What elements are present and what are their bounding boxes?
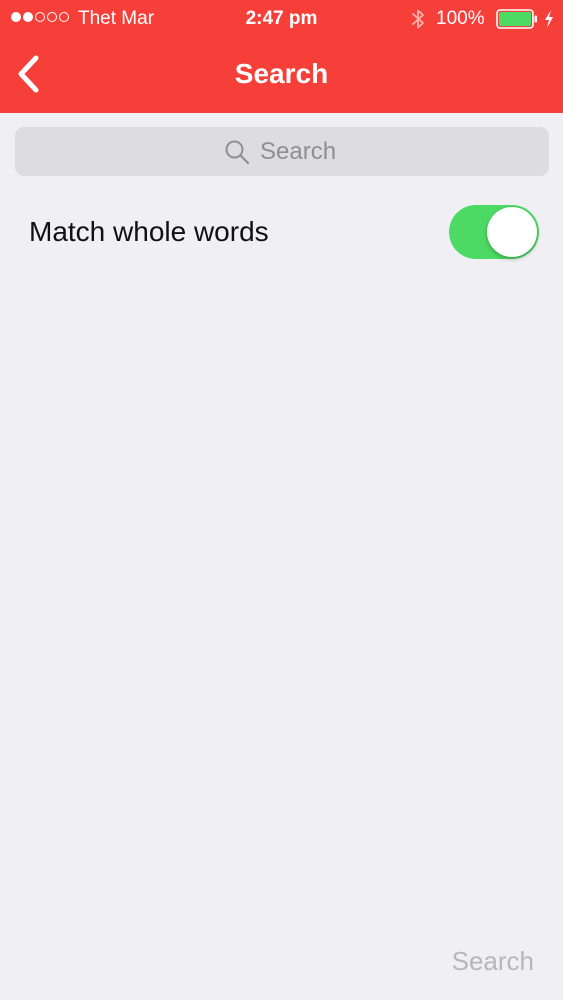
bluetooth-icon: [412, 9, 424, 29]
page-title: Search: [234, 58, 329, 89]
toggle-knob: [487, 207, 537, 257]
charging-bolt-icon: [545, 10, 553, 28]
search-bar[interactable]: [15, 127, 549, 176]
search-button[interactable]: Search: [452, 944, 534, 978]
battery-icon: [496, 9, 537, 29]
magnifier-icon: [225, 140, 250, 164]
search-input[interactable]: [260, 137, 340, 166]
match-whole-words-toggle[interactable]: [449, 205, 539, 259]
status-bar: Thet Mar 2:47 pm 100%: [0, 0, 563, 38]
battery-percent: 100%: [436, 8, 485, 29]
match-whole-words-label: Match whole words: [29, 216, 269, 247]
app-header: Thet Mar 2:47 pm 100% Search: [0, 0, 563, 113]
